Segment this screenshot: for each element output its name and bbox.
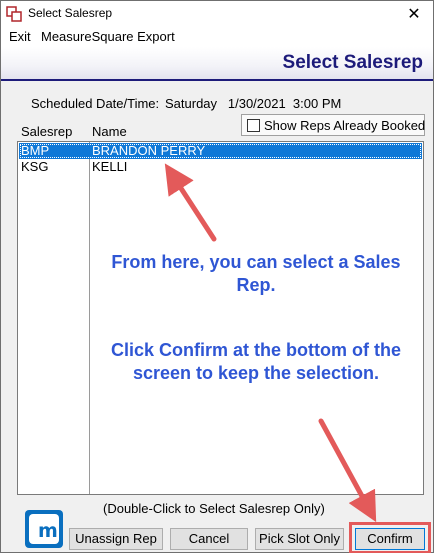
logo-glyph: m (38, 520, 58, 542)
select-salesrep-window: Select Salesrep ✕ Exit MeasureSquare Exp… (0, 0, 434, 553)
page-title: Select Salesrep (282, 52, 423, 73)
show-reps-booked-label: Show Reps Already Booked (264, 118, 426, 133)
row-name: BRANDON PERRY (92, 143, 206, 158)
annotation-click-confirm: Click Confirm at the bottom of the scree… (111, 340, 401, 383)
pick-slot-only-button[interactable]: Pick Slot Only (255, 528, 344, 550)
cancel-button[interactable]: Cancel (170, 528, 248, 550)
column-header-name: Name (92, 124, 127, 139)
column-divider (89, 142, 90, 494)
window-title: Select Salesrep (28, 6, 113, 20)
unassign-rep-button[interactable]: Unassign Rep (69, 528, 163, 550)
checkbox-box[interactable] (247, 119, 260, 132)
menu-exit[interactable]: Exit (9, 29, 31, 44)
show-reps-booked-checkbox[interactable]: Show Reps Already Booked (241, 114, 425, 136)
salesrep-list[interactable]: BMP BRANDON PERRY KSG KELLI (17, 141, 424, 495)
list-row-bmp[interactable]: BMP BRANDON PERRY (19, 143, 422, 159)
row-name: KELLI (92, 159, 128, 174)
header-band: Select Salesrep (1, 47, 433, 81)
row-code: KSG (21, 159, 49, 174)
annotation-select-rep: From here, you can select a Sales Rep. (111, 252, 401, 295)
measuresquare-logo-icon[interactable]: m (25, 510, 63, 548)
app-icon (6, 6, 22, 22)
column-header-salesrep: Salesrep (21, 124, 73, 139)
logo-inner: m (29, 514, 59, 544)
menu-bar: Exit MeasureSquare Export (1, 27, 433, 47)
title-bar: Select Salesrep ✕ (1, 1, 433, 27)
confirm-highlight-box (349, 522, 431, 553)
row-code: BMP (21, 143, 50, 158)
double-click-hint: (Double-Click to Select Salesrep Only) (103, 501, 325, 516)
list-row-ksg[interactable]: KSG KELLI (19, 159, 422, 175)
menu-measuresquare-export[interactable]: MeasureSquare Export (41, 29, 175, 44)
scheduled-value: Saturday 1/30/2021 3:00 PM (165, 96, 342, 111)
menu-exit-label: Exit (9, 29, 31, 44)
close-icon[interactable]: ✕ (401, 3, 427, 25)
scheduled-label: Scheduled Date/Time: (31, 96, 160, 111)
